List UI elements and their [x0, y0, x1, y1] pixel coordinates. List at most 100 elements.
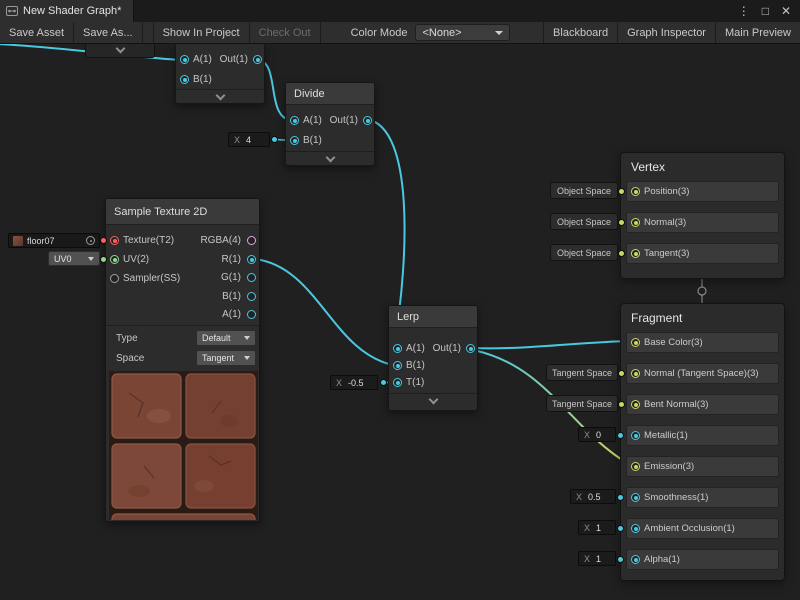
wire-lerp-out-to-basecolor[interactable] — [473, 341, 630, 348]
partial-a-port[interactable] — [180, 55, 189, 64]
lerp-out-port[interactable] — [466, 344, 475, 353]
b-port[interactable] — [247, 292, 256, 301]
texture-port[interactable] — [110, 236, 119, 245]
r-port[interactable] — [247, 255, 256, 264]
type-label: Type — [116, 333, 138, 345]
block-row-smoothness[interactable]: Smoothness(1) — [626, 487, 779, 508]
position-port[interactable] — [631, 187, 640, 196]
field-value[interactable]: -0.5 — [348, 378, 364, 388]
partial-b-port[interactable] — [180, 75, 189, 84]
stack-connector-dot[interactable] — [698, 287, 706, 295]
block-row-label: Base Color(3) — [644, 337, 703, 349]
normal-port[interactable] — [631, 218, 640, 227]
collapse-chevron-icon[interactable] — [429, 395, 439, 405]
fragment-block[interactable]: Fragment Base Color(3) Normal (Tangent S… — [620, 303, 785, 581]
space-pill-tangent[interactable]: Object Space — [550, 244, 618, 261]
alpha-value-field[interactable]: X 1 — [578, 551, 616, 566]
space-pill-normal-ts[interactable]: Tangent Space — [546, 364, 618, 381]
collapse-chevron-icon[interactable] — [116, 44, 126, 54]
divide-out-port[interactable] — [363, 116, 372, 125]
lerp-t-value-field[interactable]: X -0.5 — [330, 375, 378, 390]
blackboard-toggle-button[interactable]: Blackboard — [543, 22, 617, 43]
graph-tab[interactable]: New Shader Graph* — [0, 0, 134, 22]
node-title[interactable]: Lerp — [389, 306, 477, 328]
block-row-label: Alpha(1) — [644, 554, 680, 566]
main-preview-toggle-button[interactable]: Main Preview — [715, 22, 800, 43]
lerp-b-port[interactable] — [393, 361, 402, 370]
block-row-tangent[interactable]: Tangent(3) — [626, 243, 779, 264]
smoothness-value-field[interactable]: X 0.5 — [570, 489, 616, 504]
save-as-button[interactable]: Save As... — [74, 22, 143, 43]
node-partial[interactable]: A(1) Out(1) B(1) — [175, 44, 265, 104]
metallic-value-field[interactable]: X 0 — [578, 427, 616, 442]
lerp-t-label: T(1) — [406, 377, 424, 389]
block-row-ambient-occlusion[interactable]: Ambient Occlusion(1) — [626, 518, 779, 539]
rgba-port[interactable] — [247, 236, 256, 245]
block-row-bent-normal[interactable]: Bent Normal(3) — [626, 394, 779, 415]
node-collapsed-stub[interactable] — [85, 44, 155, 58]
block-row-normal[interactable]: Normal(3) — [626, 212, 779, 233]
block-row-metallic[interactable]: Metallic(1) — [626, 425, 779, 446]
space-dropdown[interactable]: Tangent — [196, 350, 256, 366]
block-row-emission[interactable]: Emission(3) — [626, 456, 779, 477]
uv-channel-dropdown[interactable]: UV0 — [48, 251, 100, 266]
graph-inspector-toggle-button[interactable]: Graph Inspector — [617, 22, 715, 43]
block-row-base-color[interactable]: Base Color(3) — [626, 332, 779, 353]
kebab-menu-icon[interactable]: ⋮ — [738, 4, 750, 18]
lerp-out-label: Out(1) — [433, 343, 461, 355]
field-value[interactable]: 0 — [596, 430, 601, 440]
normal-ts-port[interactable] — [631, 369, 640, 378]
block-row-position[interactable]: Position(3) — [626, 181, 779, 202]
rgba-port-label: RGBA(4) — [200, 235, 241, 247]
shader-graph-icon — [6, 5, 18, 17]
texture-object-field[interactable]: floor07 — [8, 233, 100, 248]
ambient-occlusion-value-field[interactable]: X 1 — [578, 520, 616, 535]
node-lerp[interactable]: Lerp A(1) Out(1) B(1) T(1) — [388, 305, 478, 411]
collapse-chevron-icon[interactable] — [326, 153, 336, 163]
type-dropdown[interactable]: Default — [196, 330, 256, 346]
uv-port[interactable] — [110, 255, 119, 264]
field-value[interactable]: 4 — [246, 135, 251, 145]
vertex-block[interactable]: Vertex Position(3) Normal(3) Tangent(3) — [620, 152, 785, 279]
emission-port[interactable] — [631, 462, 640, 471]
metallic-port[interactable] — [631, 431, 640, 440]
save-asset-button[interactable]: Save Asset — [0, 22, 74, 43]
node-divide[interactable]: Divide A(1) Out(1) B(1) — [285, 82, 375, 166]
space-pill-bent-normal[interactable]: Tangent Space — [546, 395, 618, 412]
smoothness-port[interactable] — [631, 493, 640, 502]
field-value[interactable]: 1 — [596, 523, 601, 533]
field-value[interactable]: 1 — [596, 554, 601, 564]
block-row-normal-ts[interactable]: Normal (Tangent Space)(3) — [626, 363, 779, 384]
maximize-icon[interactable]: □ — [762, 4, 769, 18]
color-mode-dropdown[interactable]: <None> — [415, 24, 510, 41]
connector-dot — [617, 525, 624, 532]
divide-b-value-field[interactable]: X 4 — [228, 132, 270, 147]
tangent-port[interactable] — [631, 249, 640, 258]
close-icon[interactable]: ✕ — [781, 4, 791, 18]
collapse-chevron-icon[interactable] — [216, 91, 226, 101]
divide-b-port[interactable] — [290, 136, 299, 145]
ambient-occlusion-port[interactable] — [631, 524, 640, 533]
color-mode-label: Color Mode — [351, 22, 416, 43]
block-row-alpha[interactable]: Alpha(1) — [626, 549, 779, 570]
field-value[interactable]: 0.5 — [588, 492, 601, 502]
node-title[interactable]: Divide — [286, 83, 374, 105]
g-port[interactable] — [247, 273, 256, 282]
alpha-port[interactable] — [631, 555, 640, 564]
uv-dropdown-value: UV0 — [54, 254, 72, 264]
wire-sample-r-to-lerp-b[interactable] — [255, 259, 393, 365]
space-pill-position[interactable]: Object Space — [550, 182, 618, 199]
space-pill-normal[interactable]: Object Space — [550, 213, 618, 230]
lerp-t-port[interactable] — [393, 378, 402, 387]
sampler-port[interactable] — [110, 274, 119, 283]
object-picker-icon[interactable] — [86, 236, 95, 245]
bent-normal-port[interactable] — [631, 400, 640, 409]
base-color-port[interactable] — [631, 338, 640, 347]
a-port[interactable] — [247, 310, 256, 319]
lerp-a-port[interactable] — [393, 344, 402, 353]
partial-out-port[interactable] — [253, 55, 262, 64]
node-sample-texture-2d[interactable]: Sample Texture 2D Texture(T2) UV(2) Samp… — [105, 198, 260, 522]
divide-a-port[interactable] — [290, 116, 299, 125]
show-in-project-button[interactable]: Show In Project — [153, 22, 250, 43]
node-title[interactable]: Sample Texture 2D — [106, 199, 259, 225]
